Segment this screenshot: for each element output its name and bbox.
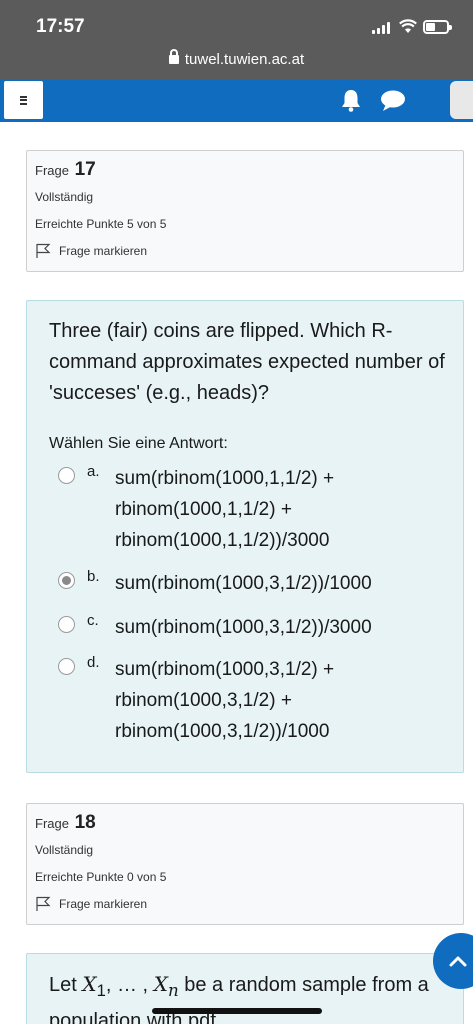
flag-icon <box>36 243 51 258</box>
flag-question-link[interactable]: Frage markieren <box>35 896 147 912</box>
radio-button-checked[interactable] <box>58 572 75 589</box>
answer-letter: c. <box>87 612 99 629</box>
question-17-info: Frage 17 Vollständig Erreichte Punkte 5 … <box>26 150 464 272</box>
flag-question-link[interactable]: Frage markieren <box>35 243 147 259</box>
flag-label: Frage markieren <box>59 897 148 911</box>
wifi-icon <box>399 19 417 33</box>
answer-letter: d. <box>87 654 100 671</box>
flag-icon <box>36 896 51 911</box>
radio-button[interactable] <box>58 616 75 633</box>
answer-option-b[interactable]: b. sum(rbinom(1000,3,1/2))/1000 <box>58 568 458 602</box>
chat-icon[interactable] <box>380 90 406 112</box>
avatar[interactable] <box>450 81 473 119</box>
status-bar: 17:57 tuwel.tuwien.ac.at <box>0 0 473 80</box>
question-17-content: Three (fair) coins are flipped. Which R-… <box>26 300 464 773</box>
flag-label: Frage markieren <box>59 244 148 258</box>
battery-icon <box>423 20 452 34</box>
url-bar[interactable]: tuwel.tuwien.ac.at <box>0 49 473 68</box>
question-grade: Erreichte Punkte 5 von 5 <box>35 217 167 231</box>
home-indicator <box>152 1008 322 1014</box>
url-text: tuwel.tuwien.ac.at <box>184 51 305 68</box>
question-18-info: Frage 18 Vollständig Erreichte Punkte 0 … <box>26 803 464 925</box>
menu-button[interactable] <box>4 81 43 119</box>
answer-letter: a. <box>87 463 100 480</box>
question-state: Vollständig <box>35 843 94 857</box>
question-state: Vollständig <box>35 190 94 204</box>
radio-button[interactable] <box>58 658 75 675</box>
question-number: 17 <box>74 159 96 180</box>
clock: 17:57 <box>36 16 85 37</box>
answer-text: sum(rbinom(1000,3,1/2))/1000 <box>115 573 372 594</box>
answer-option-c[interactable]: c. sum(rbinom(1000,3,1/2))/3000 <box>58 612 458 646</box>
chevron-up-icon <box>449 956 467 967</box>
answer-text: sum(rbinom(1000,3,1/2))/3000 <box>115 617 372 638</box>
bell-icon[interactable] <box>340 88 362 112</box>
question-label: Frage <box>35 816 69 831</box>
cellular-signal-icon <box>372 22 390 34</box>
question-grade: Erreichte Punkte 0 von 5 <box>35 870 167 884</box>
answer-option-a[interactable]: a. sum(rbinom(1000,1,1/2) + rbinom(1000,… <box>58 463 458 559</box>
question-number: 18 <box>74 812 96 833</box>
answer-text: sum(rbinom(1000,3,1/2) + rbinom(1000,3,1… <box>115 659 335 742</box>
lock-icon <box>168 49 179 64</box>
question-text: Let X1, … , Xn be a random sample from a… <box>49 972 429 1024</box>
answer-letter: b. <box>87 568 100 585</box>
question-label: Frage <box>35 163 69 178</box>
answer-prompt: Wählen Sie eine Antwort: <box>49 435 228 452</box>
answer-text: sum(rbinom(1000,1,1/2) + rbinom(1000,1,1… <box>115 468 335 551</box>
answer-option-d[interactable]: d. sum(rbinom(1000,3,1/2) + rbinom(1000,… <box>58 654 458 750</box>
menu-icon <box>20 95 27 105</box>
question-text: Three (fair) coins are flipped. Which R-… <box>49 320 445 404</box>
radio-button[interactable] <box>58 467 75 484</box>
